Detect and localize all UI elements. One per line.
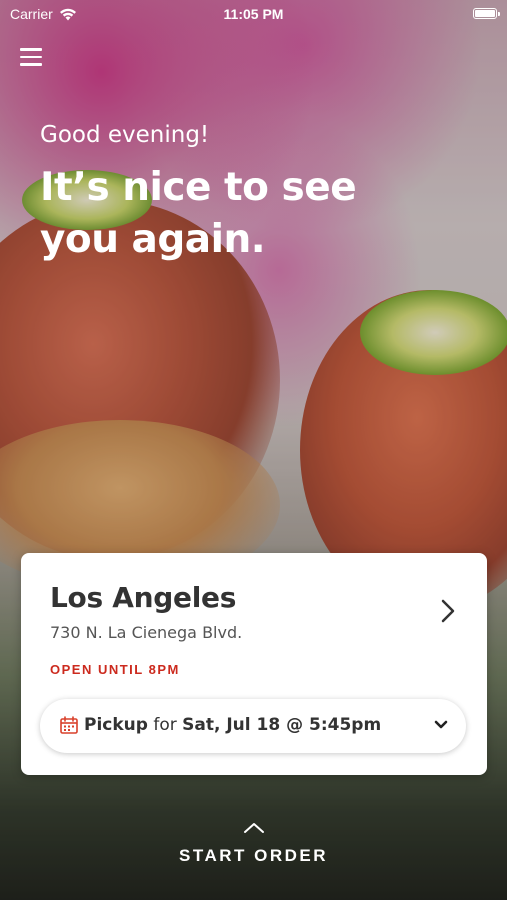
menu-icon[interactable] — [20, 48, 42, 68]
status-bar: Carrier 11:05 PM — [0, 0, 507, 30]
location-address: 730 N. La Cienega Blvd. — [50, 623, 243, 642]
pickup-datetime: Sat, Jul 18 @ 5:45pm — [182, 715, 382, 735]
pickup-mode: Pickup — [84, 715, 148, 735]
location-card[interactable]: Los Angeles 730 N. La Cienega Blvd. OPEN… — [21, 553, 487, 775]
start-order-label: START ORDER — [178, 846, 328, 865]
pickup-summary: Pickup for Sat, Jul 18 @ 5:45pm — [84, 715, 381, 735]
battery-icon — [473, 8, 500, 19]
open-status-badge: OPEN UNTIL 8PM — [50, 662, 180, 677]
pickup-time-selector[interactable]: Pickup for Sat, Jul 18 @ 5:45pm — [40, 699, 466, 753]
status-time: 11:05 PM — [223, 6, 284, 22]
greeting-text: Good evening! — [40, 122, 210, 148]
chevron-right-icon[interactable] — [435, 597, 459, 625]
chevron-down-icon[interactable] — [434, 720, 448, 730]
chevron-up-icon — [243, 823, 264, 833]
start-order-button[interactable]: START ORDER — [0, 822, 507, 866]
location-name: Los Angeles — [50, 581, 237, 614]
calendar-icon — [60, 716, 78, 734]
page-title: It’s nice to see you again. — [40, 165, 357, 262]
pickup-connector: for — [147, 715, 183, 735]
